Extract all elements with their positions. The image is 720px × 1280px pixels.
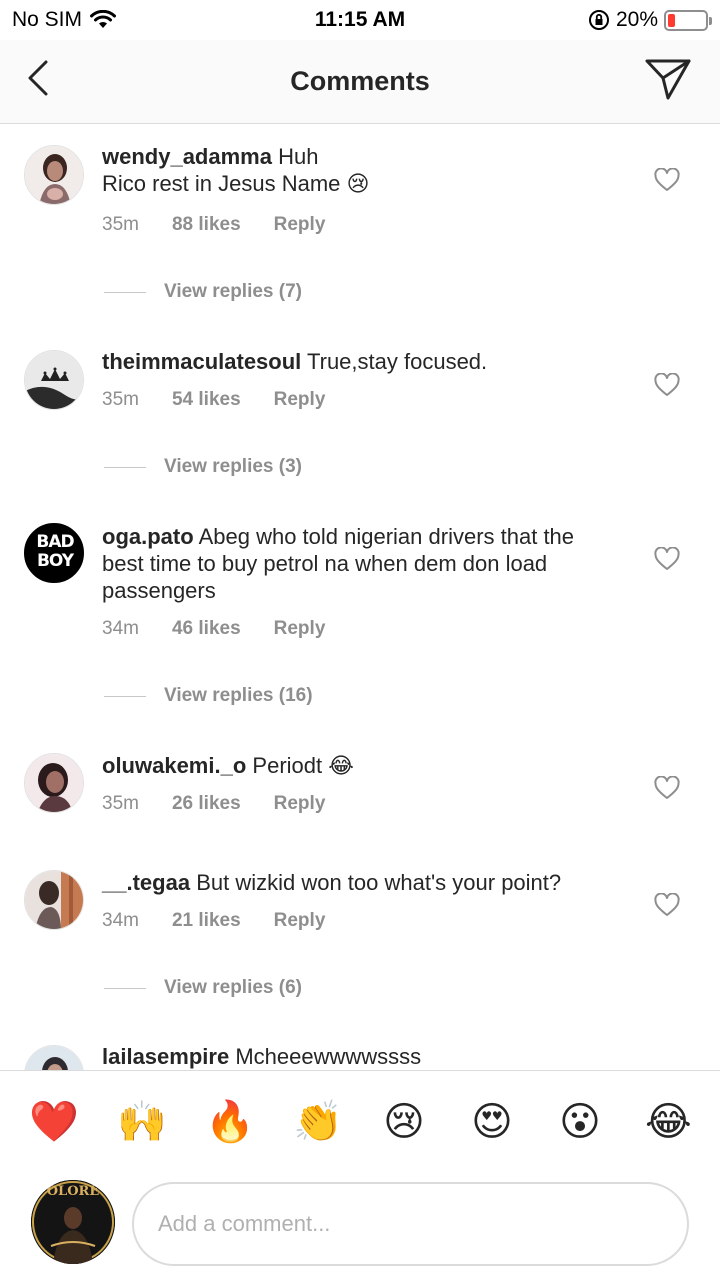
comment-input[interactable] xyxy=(132,1182,689,1266)
avatar[interactable] xyxy=(24,753,84,813)
avatar[interactable] xyxy=(24,145,84,205)
view-replies-label: View replies (6) xyxy=(164,977,302,998)
comment-time: 34m xyxy=(102,618,139,639)
reply-button[interactable]: Reply xyxy=(274,910,326,932)
battery-level xyxy=(668,13,675,27)
reply-button[interactable]: Reply xyxy=(274,618,326,640)
comment-text: Periodt xyxy=(252,753,323,778)
view-replies-button[interactable]: View replies (7) xyxy=(104,281,302,303)
view-replies-label: View replies (3) xyxy=(164,456,302,477)
comment-meta: 35m 26 likes Reply xyxy=(102,793,358,815)
comment-composer: OLORE xyxy=(0,1162,720,1280)
heart-icon[interactable] xyxy=(654,168,680,192)
view-replies-button[interactable]: View replies (6) xyxy=(104,977,302,999)
replies-divider xyxy=(104,987,146,989)
view-replies-button[interactable]: View replies (16) xyxy=(104,685,313,707)
comment-text: But wizkid won too what's your point? xyxy=(196,870,562,895)
comment-text: Mcheeewwwwssss xyxy=(235,1044,422,1069)
orientation-lock-icon xyxy=(588,10,609,30)
comment-body: theimmaculatesoul True,stay focused. xyxy=(102,348,602,375)
comment-likes[interactable]: 26 likes xyxy=(172,793,241,815)
avatar-badge-text: OLORE xyxy=(46,1184,100,1199)
avatar-badge-text: BOY xyxy=(36,551,74,571)
avatar[interactable] xyxy=(24,870,84,930)
comment-likes[interactable]: 88 likes xyxy=(172,214,241,236)
comment-time: 35m xyxy=(102,793,139,814)
my-avatar: OLORE xyxy=(31,1180,115,1264)
comment-text-line-1: Huh xyxy=(278,144,319,169)
comment-time: 34m xyxy=(102,910,139,931)
comment-username[interactable]: theimmaculatesoul xyxy=(102,349,301,374)
comment-username[interactable]: oluwakemi._o xyxy=(102,753,246,778)
comment-username[interactable]: wendy_adamma xyxy=(102,144,272,169)
crying-face-emoji: 😢 xyxy=(346,171,370,196)
send-icon[interactable] xyxy=(644,56,692,102)
comment-body: wendy_adamma Huh Rico rest in Jesus Name… xyxy=(102,143,602,197)
comment-meta: 34m 21 likes Reply xyxy=(102,910,358,932)
reply-button[interactable]: Reply xyxy=(274,214,326,236)
page-title: Comments xyxy=(290,66,430,96)
reaction-fire-emoji[interactable]: 🔥 xyxy=(205,1099,255,1145)
comment-text: True,stay focused. xyxy=(307,349,488,374)
reply-button[interactable]: Reply xyxy=(274,389,326,411)
avatar[interactable] xyxy=(24,350,84,410)
reaction-clapping-emoji[interactable]: 👏 xyxy=(293,1099,343,1145)
view-replies-label: View replies (16) xyxy=(164,685,313,706)
header: Comments xyxy=(0,40,720,124)
battery-icon xyxy=(664,9,712,31)
reaction-laughing-emoji[interactable]: 😂 xyxy=(645,1099,692,1145)
replies-divider xyxy=(104,695,146,697)
status-bar: No SIM 11:15 AM 20% xyxy=(0,0,720,40)
view-replies-label: View replies (7) xyxy=(164,281,302,302)
reaction-heart-emoji[interactable]: ❤️ xyxy=(29,1099,79,1145)
comment-body: lailasempire Mcheeewwwwssss xyxy=(102,1043,602,1070)
reaction-surprised-emoji[interactable]: 😮 xyxy=(557,1099,603,1145)
reaction-heart-eyes-emoji[interactable]: 😍 xyxy=(469,1099,515,1145)
heart-icon[interactable] xyxy=(654,776,680,800)
quick-reactions-bar: ❤️ 🙌 🔥 👏 😢 😍 😮 😂 xyxy=(0,1070,720,1162)
comment-time: 35m xyxy=(102,214,139,235)
comment-meta: 34m 46 likes Reply xyxy=(102,618,358,640)
avatar-badge-text: BAD xyxy=(36,532,74,552)
comment-likes[interactable]: 54 likes xyxy=(172,389,241,411)
battery-percent: 20% xyxy=(615,8,658,31)
heart-icon[interactable] xyxy=(654,373,680,397)
comments-list[interactable]: wendy_adamma Huh Rico rest in Jesus Name… xyxy=(0,125,720,1070)
comment-username[interactable]: __.tegaa xyxy=(102,870,190,895)
reaction-crying-emoji[interactable]: 😢 xyxy=(381,1099,427,1145)
comment-meta: 35m 54 likes Reply xyxy=(102,389,358,411)
heart-icon[interactable] xyxy=(654,547,680,571)
comment-username[interactable]: lailasempire xyxy=(102,1044,229,1069)
avatar[interactable]: BAD BOY xyxy=(24,523,84,583)
comment-meta: 35m 88 likes Reply xyxy=(102,214,358,236)
reaction-raised-hands-emoji[interactable]: 🙌 xyxy=(117,1099,167,1145)
reply-button[interactable]: Reply xyxy=(274,793,326,815)
comment-time: 35m xyxy=(102,389,139,410)
comment-body: oluwakemi._o Periodt 😂 xyxy=(102,752,602,779)
status-right: 20% xyxy=(588,8,712,32)
comment-body: oga.pato Abeg who told nigerian drivers … xyxy=(102,523,602,604)
comment-text-line-2: Rico rest in Jesus Name xyxy=(102,171,341,196)
comment-body: __.tegaa But wizkid won too what's your … xyxy=(102,869,622,896)
view-replies-button[interactable]: View replies (3) xyxy=(104,456,302,478)
laughing-face-emoji: 😂 xyxy=(328,753,354,778)
replies-divider xyxy=(104,466,146,468)
comment-likes[interactable]: 21 likes xyxy=(172,910,241,932)
comment-username[interactable]: oga.pato xyxy=(102,524,194,549)
comment-likes[interactable]: 46 likes xyxy=(172,618,241,640)
replies-divider xyxy=(104,291,146,293)
heart-icon[interactable] xyxy=(654,893,680,917)
avatar[interactable] xyxy=(24,1045,84,1070)
